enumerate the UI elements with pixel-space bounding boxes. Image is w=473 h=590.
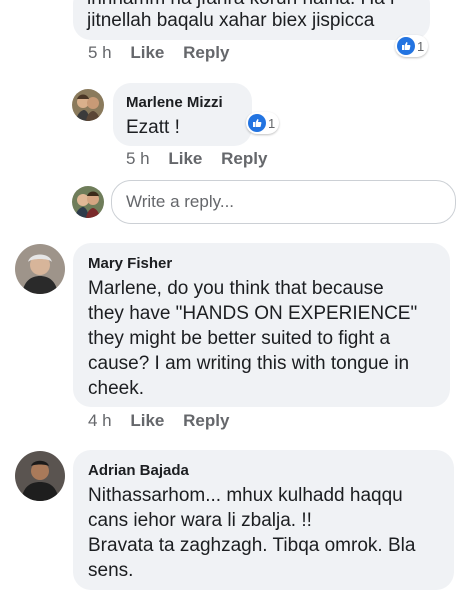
current-user-avatar (72, 186, 104, 218)
reply-button[interactable]: Reply (221, 149, 267, 169)
comment-bubble: Marlene Mizzi Ezatt ! (113, 83, 252, 146)
comment-text-line: sens. (88, 560, 134, 581)
comment-bubble: innhamm ha jfahra koruh nafha. Ha l jitn… (73, 0, 430, 40)
comment-author[interactable]: Marlene Mizzi (126, 94, 223, 111)
comment-bubble: Mary Fisher Marlene, do you think that b… (73, 243, 450, 407)
comment-meta: 5 h Like Reply (88, 43, 229, 63)
reaction-count[interactable]: 1 (246, 112, 280, 134)
avatar[interactable] (72, 89, 104, 121)
reply-placeholder: Write a reply... (126, 192, 235, 211)
comment-text-line: cans iehor wara li zbalja. !! (88, 510, 312, 531)
comment-bubble: Adrian Bajada Nithassarhom... mhux kulha… (73, 450, 454, 590)
comment-text-line: cause? I am writing this with tongue in (88, 353, 410, 374)
like-button[interactable]: Like (130, 43, 164, 63)
reaction-number: 1 (417, 38, 425, 54)
avatar[interactable] (15, 244, 65, 294)
like-thumb-icon (397, 37, 415, 55)
comment-time: 4 h (88, 411, 112, 430)
comment-text: Ezatt ! (126, 117, 180, 138)
comment-meta: 4 h Like Reply (88, 411, 229, 431)
comment-text-line: cheek. (88, 378, 144, 399)
avatar[interactable] (15, 451, 65, 501)
comment-time: 5 h (126, 149, 150, 168)
reply-input[interactable]: Write a reply... (111, 180, 456, 224)
comment-text-line: they have "HANDS ON EXPERIENCE" (88, 303, 418, 324)
comment-meta: 5 h Like Reply (126, 149, 267, 169)
comment-text-line: Marlene, do you think that because (88, 278, 384, 299)
comment-text: Nithassarhom... mhux kulhadd haqqu cans … (88, 483, 415, 583)
reply-button[interactable]: Reply (183, 411, 229, 431)
comment-author[interactable]: Adrian Bajada (88, 462, 189, 479)
comment-text-line: they might be better suited to fight a (88, 328, 391, 349)
comment-text-line: Bravata ta zaghzagh. Tibqa omrok. Bla (88, 535, 416, 556)
like-button[interactable]: Like (168, 149, 202, 169)
comment-text-line: Nithassarhom... mhux kulhadd haqqu (88, 485, 403, 506)
like-button[interactable]: Like (130, 411, 164, 431)
reaction-count[interactable]: 1 (395, 35, 429, 57)
comment-text: Marlene, do you think that because they … (88, 276, 417, 401)
like-thumb-icon (248, 114, 266, 132)
comment-author[interactable]: Mary Fisher (88, 255, 172, 272)
comment-text-line: jitnellah baqalu xahar biex jispicca (87, 10, 375, 31)
reply-button[interactable]: Reply (183, 43, 229, 63)
comment-time: 5 h (88, 43, 112, 62)
reaction-number: 1 (268, 115, 276, 131)
